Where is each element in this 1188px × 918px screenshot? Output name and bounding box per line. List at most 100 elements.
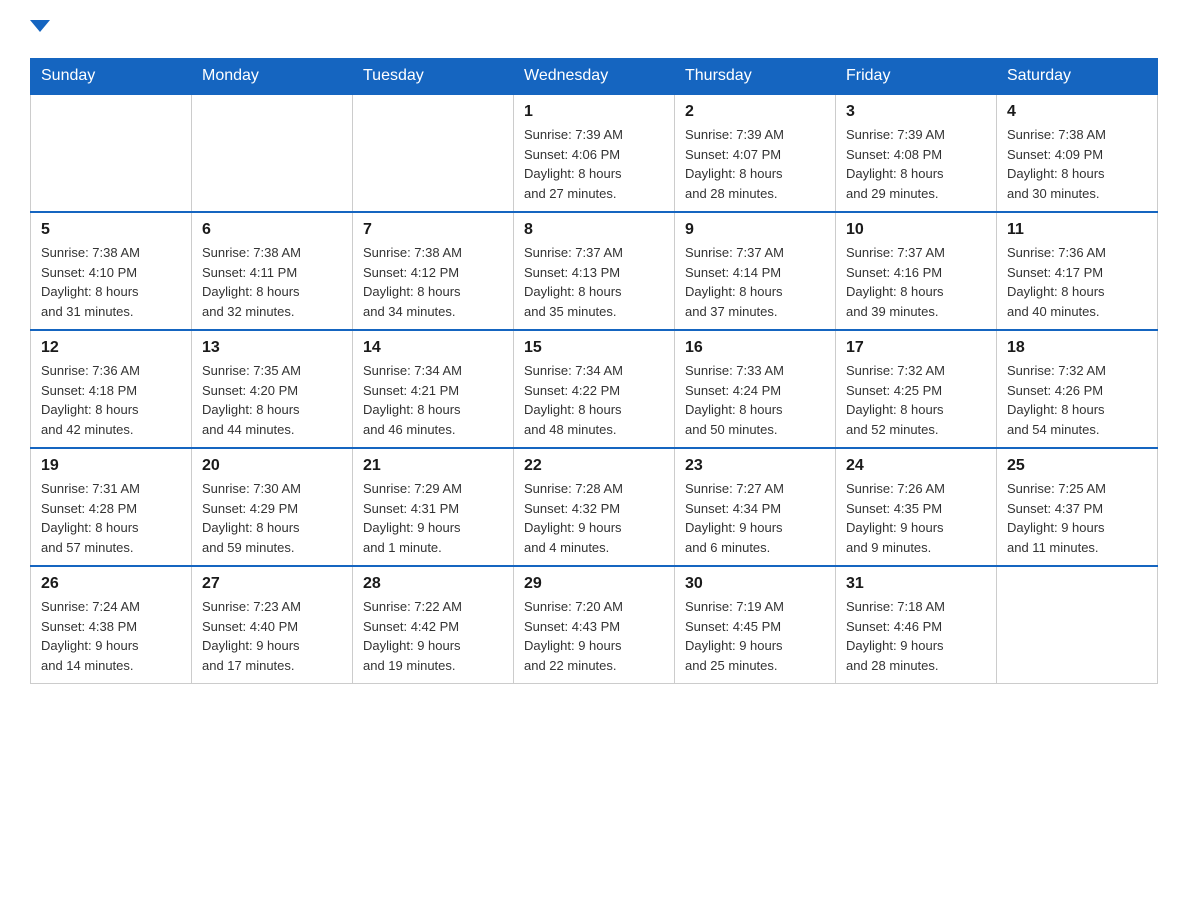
calendar-cell [192,94,353,212]
day-info: Sunrise: 7:32 AM Sunset: 4:26 PM Dayligh… [1007,361,1147,439]
day-number: 23 [685,457,825,475]
calendar-cell: 8Sunrise: 7:37 AM Sunset: 4:13 PM Daylig… [514,212,675,330]
day-info: Sunrise: 7:26 AM Sunset: 4:35 PM Dayligh… [846,479,986,557]
calendar-header-monday: Monday [192,59,353,95]
day-info: Sunrise: 7:34 AM Sunset: 4:22 PM Dayligh… [524,361,664,439]
day-info: Sunrise: 7:25 AM Sunset: 4:37 PM Dayligh… [1007,479,1147,557]
day-info: Sunrise: 7:37 AM Sunset: 4:14 PM Dayligh… [685,243,825,321]
calendar-cell: 6 Sunrise: 7:38 AM Sunset: 4:11 PM Daylig… [192,212,353,330]
day-info: Sunrise: 7:36 AM Sunset: 4:17 PM Dayligh… [1007,243,1147,321]
day-number: 15 [524,339,664,357]
day-number: 6 [202,221,342,239]
calendar-cell: 25 Sunrise: 7:25 AM Sunset: 4:37 PM Dayli… [997,448,1158,566]
calendar-cell: 3 Sunrise: 7:39 AM Sunset: 4:08 PM Daylig… [836,94,997,212]
calendar-header-wednesday: Wednesday [514,59,675,95]
calendar-cell: 2Sunrise: 7:39 AM Sunset: 4:07 PM Daylig… [675,94,836,212]
day-info: Sunrise: 7:27 AM Sunset: 4:34 PM Dayligh… [685,479,825,557]
day-number: 19 [41,457,181,475]
calendar-cell: 4 Sunrise: 7:38 AM Sunset: 4:09 PM Daylig… [997,94,1158,212]
day-number: 1 [524,103,664,121]
day-info: Sunrise: 7:32 AM Sunset: 4:25 PM Dayligh… [846,361,986,439]
day-number: 11 [1007,221,1147,239]
day-info: Sunrise: 7:38 AM Sunset: 4:12 PM Dayligh… [363,243,503,321]
day-info: Sunrise: 7:24 AM Sunset: 4:38 PM Dayligh… [41,597,181,675]
day-info: Sunrise: 7:34 AM Sunset: 4:21 PM Dayligh… [363,361,503,439]
calendar-cell: 7 Sunrise: 7:38 AM Sunset: 4:12 PM Daylig… [353,212,514,330]
calendar-cell: 27 Sunrise: 7:23 AM Sunset: 4:40 PM Dayli… [192,566,353,684]
day-number: 31 [846,575,986,593]
day-number: 20 [202,457,342,475]
calendar-cell: 30 Sunrise: 7:19 AM Sunset: 4:45 PM Dayli… [675,566,836,684]
day-info: Sunrise: 7:39 AM Sunset: 4:08 PM Dayligh… [846,125,986,203]
day-number: 21 [363,457,503,475]
day-info: Sunrise: 7:19 AM Sunset: 4:45 PM Dayligh… [685,597,825,675]
day-number: 18 [1007,339,1147,357]
day-info: Sunrise: 7:36 AM Sunset: 4:18 PM Dayligh… [41,361,181,439]
calendar-week-row: 26 Sunrise: 7:24 AM Sunset: 4:38 PM Dayli… [31,566,1158,684]
calendar-cell: 28 Sunrise: 7:22 AM Sunset: 4:42 PM Dayli… [353,566,514,684]
calendar-header-row: SundayMondayTuesdayWednesdayThursdayFrid… [31,59,1158,95]
day-number: 4 [1007,103,1147,121]
calendar-cell: 9Sunrise: 7:37 AM Sunset: 4:14 PM Daylig… [675,212,836,330]
calendar-cell [997,566,1158,684]
day-info: Sunrise: 7:30 AM Sunset: 4:29 PM Dayligh… [202,479,342,557]
day-info: Sunrise: 7:18 AM Sunset: 4:46 PM Dayligh… [846,597,986,675]
calendar-cell: 29Sunrise: 7:20 AM Sunset: 4:43 PM Dayli… [514,566,675,684]
calendar-cell: 22 Sunrise: 7:28 AM Sunset: 4:32 PM Dayli… [514,448,675,566]
day-number: 30 [685,575,825,593]
day-number: 22 [524,457,664,475]
day-info: Sunrise: 7:33 AM Sunset: 4:24 PM Dayligh… [685,361,825,439]
day-info: Sunrise: 7:38 AM Sunset: 4:09 PM Dayligh… [1007,125,1147,203]
calendar-cell: 26 Sunrise: 7:24 AM Sunset: 4:38 PM Dayli… [31,566,192,684]
day-number: 14 [363,339,503,357]
day-number: 17 [846,339,986,357]
day-info: Sunrise: 7:37 AM Sunset: 4:16 PM Dayligh… [846,243,986,321]
calendar-cell: 24Sunrise: 7:26 AM Sunset: 4:35 PM Dayli… [836,448,997,566]
calendar-header-tuesday: Tuesday [353,59,514,95]
calendar-week-row: 5 Sunrise: 7:38 AM Sunset: 4:10 PM Daylig… [31,212,1158,330]
day-info: Sunrise: 7:38 AM Sunset: 4:10 PM Dayligh… [41,243,181,321]
calendar-cell: 5 Sunrise: 7:38 AM Sunset: 4:10 PM Daylig… [31,212,192,330]
calendar-cell: 13 Sunrise: 7:35 AM Sunset: 4:20 PM Dayli… [192,330,353,448]
calendar-cell: 14 Sunrise: 7:34 AM Sunset: 4:21 PM Dayli… [353,330,514,448]
calendar-cell: 17 Sunrise: 7:32 AM Sunset: 4:25 PM Dayli… [836,330,997,448]
day-number: 8 [524,221,664,239]
calendar-cell: 20 Sunrise: 7:30 AM Sunset: 4:29 PM Dayli… [192,448,353,566]
calendar-cell: 12Sunrise: 7:36 AM Sunset: 4:18 PM Dayli… [31,330,192,448]
logo [30,20,50,38]
day-number: 10 [846,221,986,239]
day-info: Sunrise: 7:39 AM Sunset: 4:06 PM Dayligh… [524,125,664,203]
calendar-cell: 19Sunrise: 7:31 AM Sunset: 4:28 PM Dayli… [31,448,192,566]
calendar-cell: 18 Sunrise: 7:32 AM Sunset: 4:26 PM Dayli… [997,330,1158,448]
day-number: 26 [41,575,181,593]
day-number: 5 [41,221,181,239]
calendar-cell [353,94,514,212]
day-number: 27 [202,575,342,593]
day-info: Sunrise: 7:39 AM Sunset: 4:07 PM Dayligh… [685,125,825,203]
calendar-header-friday: Friday [836,59,997,95]
day-number: 16 [685,339,825,357]
calendar-cell: 16 Sunrise: 7:33 AM Sunset: 4:24 PM Dayli… [675,330,836,448]
calendar-cell [31,94,192,212]
calendar-cell: 21 Sunrise: 7:29 AM Sunset: 4:31 PM Dayli… [353,448,514,566]
calendar-header-sunday: Sunday [31,59,192,95]
day-info: Sunrise: 7:23 AM Sunset: 4:40 PM Dayligh… [202,597,342,675]
day-number: 7 [363,221,503,239]
day-number: 13 [202,339,342,357]
calendar-cell: 10 Sunrise: 7:37 AM Sunset: 4:16 PM Dayli… [836,212,997,330]
day-number: 3 [846,103,986,121]
logo-arrow-icon [30,20,50,32]
calendar-cell: 31 Sunrise: 7:18 AM Sunset: 4:46 PM Dayli… [836,566,997,684]
day-info: Sunrise: 7:38 AM Sunset: 4:11 PM Dayligh… [202,243,342,321]
day-info: Sunrise: 7:22 AM Sunset: 4:42 PM Dayligh… [363,597,503,675]
calendar-cell: 11 Sunrise: 7:36 AM Sunset: 4:17 PM Dayli… [997,212,1158,330]
day-info: Sunrise: 7:29 AM Sunset: 4:31 PM Dayligh… [363,479,503,557]
day-info: Sunrise: 7:35 AM Sunset: 4:20 PM Dayligh… [202,361,342,439]
day-number: 25 [1007,457,1147,475]
calendar-cell: 23 Sunrise: 7:27 AM Sunset: 4:34 PM Dayli… [675,448,836,566]
page-header [30,20,1158,38]
day-number: 28 [363,575,503,593]
calendar-cell: 15 Sunrise: 7:34 AM Sunset: 4:22 PM Dayli… [514,330,675,448]
day-info: Sunrise: 7:20 AM Sunset: 4:43 PM Dayligh… [524,597,664,675]
day-info: Sunrise: 7:28 AM Sunset: 4:32 PM Dayligh… [524,479,664,557]
